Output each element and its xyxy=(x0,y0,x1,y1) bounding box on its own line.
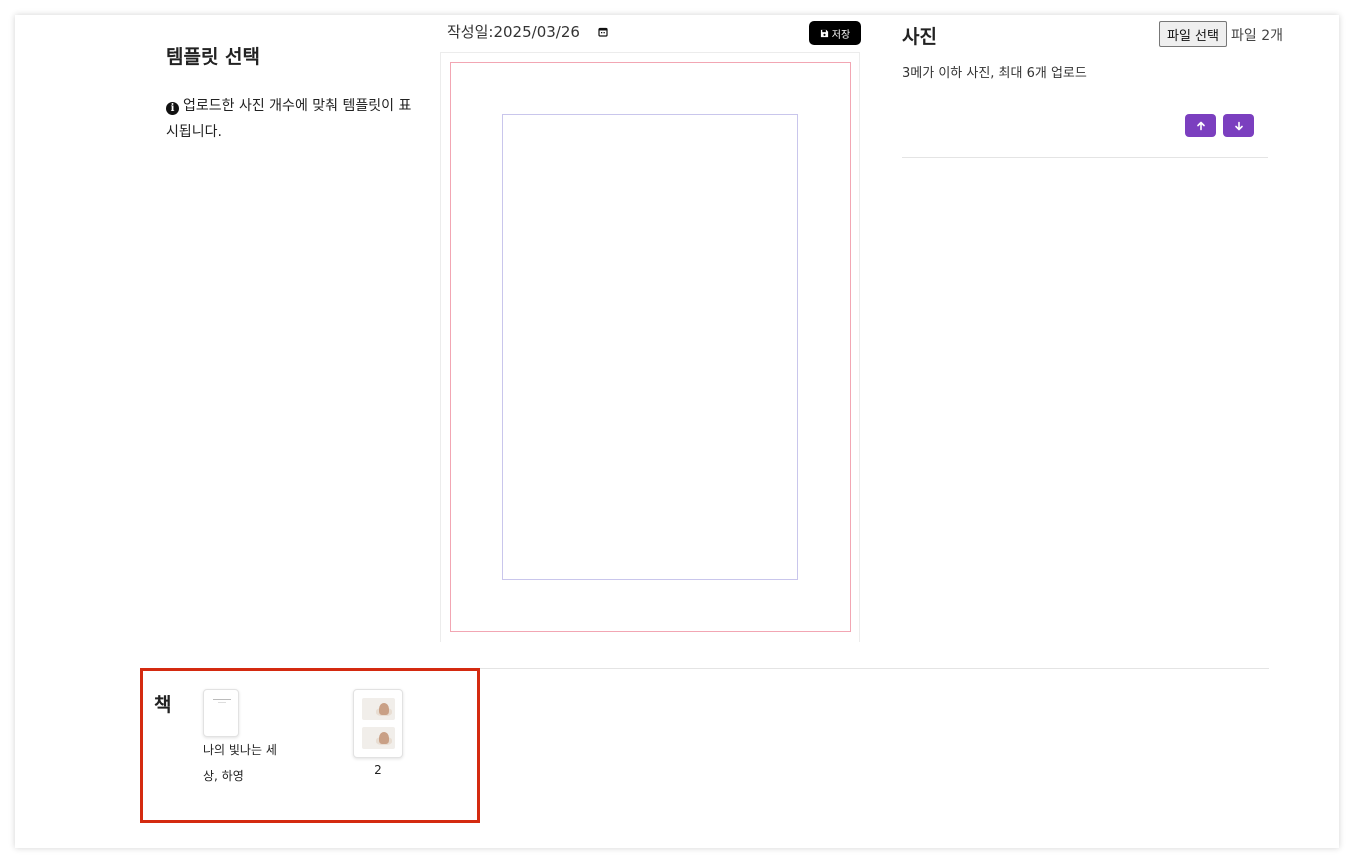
arrow-down-icon xyxy=(1234,121,1243,130)
save-button-label: 저장 xyxy=(831,29,851,41)
book-page-thumbnail-cover[interactable] xyxy=(203,689,239,737)
move-down-button[interactable] xyxy=(1223,114,1254,137)
template-panel-title: 템플릿 선택 xyxy=(166,46,261,68)
template-info-text: 업로드한 사진 개수에 맞춰 템플릿이 표시됩니다. xyxy=(166,98,412,140)
thumbnail-title-line xyxy=(213,699,231,700)
move-up-button[interactable] xyxy=(1185,114,1216,137)
floppy-disk-icon xyxy=(820,29,828,37)
date-value[interactable]: 2025/03/26 xyxy=(493,23,579,41)
save-button[interactable]: 저장 xyxy=(809,21,861,45)
thumbnail-photo xyxy=(362,698,395,720)
template-info: i 업로드한 사진 개수에 맞춰 템플릿이 표시됩니다. xyxy=(166,93,414,145)
book-page-caption: 나의 빛나는 세상, 하영 xyxy=(203,743,277,783)
info-icon: i xyxy=(166,102,179,115)
thumbnail-photo xyxy=(362,727,395,749)
file-count-text: 파일 2개 xyxy=(1231,28,1283,44)
date-field[interactable]: 작성일: 2025/03/26 xyxy=(447,21,580,42)
photo-upload-description: 3메가 이하 사진, 최대 6개 업로드 xyxy=(902,66,1087,81)
book-section-highlight xyxy=(140,668,480,823)
book-page-thumbnail-photos[interactable] xyxy=(353,689,403,758)
photo-panel-title: 사진 xyxy=(902,26,937,48)
calendar-icon[interactable] xyxy=(598,27,608,37)
file-select-button[interactable]: 파일 선택 xyxy=(1159,21,1227,47)
photo-panel-divider xyxy=(902,157,1268,158)
thumbnail-subtitle-line xyxy=(218,702,226,703)
arrow-up-icon xyxy=(1196,121,1205,130)
date-label: 작성일: xyxy=(447,23,494,41)
book-page-number: 2 xyxy=(374,763,382,777)
photo-placeholder-area[interactable] xyxy=(502,114,798,580)
book-label: 책 xyxy=(154,694,172,716)
